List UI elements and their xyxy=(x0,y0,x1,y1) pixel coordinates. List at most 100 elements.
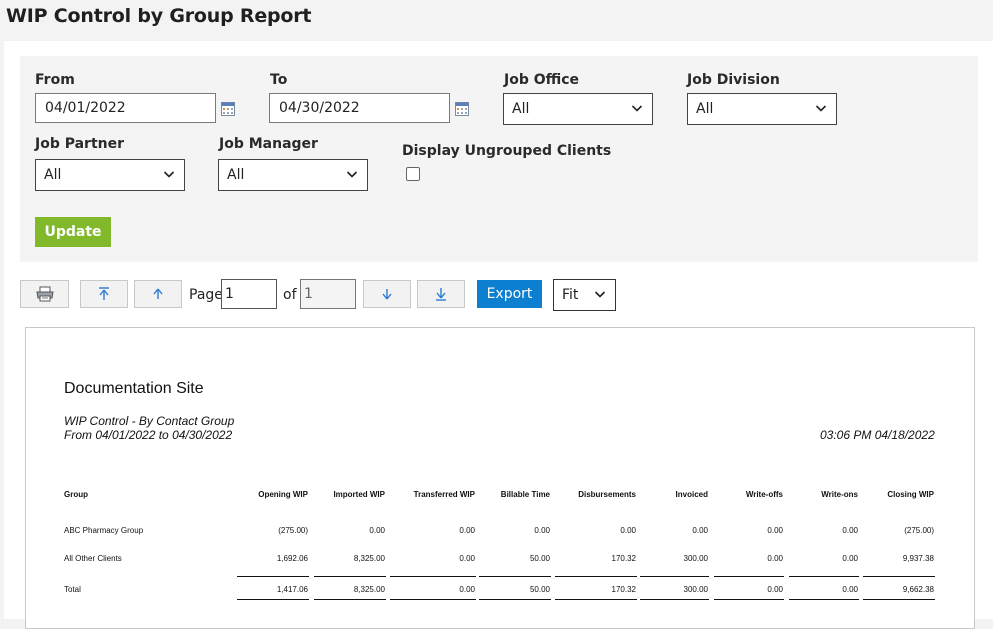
table-cell: 0.00 xyxy=(842,526,858,535)
report-subtitle: WIP Control - By Contact Group xyxy=(64,414,235,428)
total-rule xyxy=(714,576,784,577)
total-cell: 1,417.06 xyxy=(276,585,308,594)
total-rule xyxy=(479,599,551,600)
from-date-input[interactable]: 04/01/2022 xyxy=(35,93,216,123)
arrow-up-icon xyxy=(153,288,163,299)
page-label: Page xyxy=(189,287,223,303)
chevron-down-icon xyxy=(346,171,358,178)
table-cell: 0.00 xyxy=(692,526,708,535)
table-cell: 0.00 xyxy=(767,526,783,535)
table-cell: (275.00) xyxy=(278,526,308,535)
total-rule xyxy=(789,576,859,577)
total-cell: 50.00 xyxy=(529,585,550,594)
chevron-down-icon xyxy=(594,291,606,298)
job-office-label: Job Office xyxy=(504,72,580,88)
total-rule xyxy=(237,599,309,600)
next-page-button[interactable] xyxy=(363,280,411,308)
table-cell: (275.00) xyxy=(904,526,934,535)
column-header: Disbursements xyxy=(578,490,636,499)
total-rule xyxy=(555,576,637,577)
table-cell: 0.00 xyxy=(369,526,385,535)
job-division-value: All xyxy=(696,101,714,117)
total-cell: 300.00 xyxy=(683,585,708,594)
total-rule xyxy=(640,599,709,600)
of-label: of xyxy=(283,287,297,303)
update-button[interactable]: Update xyxy=(35,217,111,247)
column-header: Billable Time xyxy=(500,490,550,499)
arrow-down-icon xyxy=(382,289,392,300)
column-header: Transferred WIP xyxy=(413,490,475,499)
total-label: Total xyxy=(64,585,81,594)
previous-page-button[interactable] xyxy=(134,280,182,308)
to-date-input[interactable]: 04/30/2022 xyxy=(269,93,450,123)
total-rule xyxy=(479,576,551,577)
total-rule xyxy=(714,599,784,600)
column-header: Closing WIP xyxy=(887,490,934,499)
first-page-icon xyxy=(99,287,109,300)
row-group-name: ABC Pharmacy Group xyxy=(64,526,144,535)
total-rule xyxy=(237,576,309,577)
total-rule xyxy=(863,576,935,577)
total-rule xyxy=(314,576,386,577)
total-rule xyxy=(789,599,859,600)
table-cell: 50.00 xyxy=(529,554,550,563)
column-header: Imported WIP xyxy=(333,490,385,499)
report-timestamp: 03:06 PM 04/18/2022 xyxy=(820,428,935,442)
total-cell: 8,325.00 xyxy=(353,585,385,594)
total-rule xyxy=(640,576,709,577)
table-cell: 0.00 xyxy=(767,554,783,563)
calendar-icon[interactable] xyxy=(455,102,469,116)
job-manager-label: Job Manager xyxy=(219,136,318,152)
chevron-down-icon xyxy=(631,105,643,112)
last-page-icon xyxy=(436,288,446,301)
table-cell: 170.32 xyxy=(611,554,636,563)
job-office-select[interactable]: All xyxy=(503,93,653,125)
report-viewer xyxy=(25,327,975,629)
table-cell: 0.00 xyxy=(620,526,636,535)
from-label: From xyxy=(35,72,75,88)
total-cell: 0.00 xyxy=(842,585,858,594)
table-cell: 300.00 xyxy=(683,554,708,563)
report-date-range: From 04/01/2022 to 04/30/2022 xyxy=(64,428,233,442)
total-rule xyxy=(390,576,476,577)
total-cell: 0.00 xyxy=(767,585,783,594)
page-number-input[interactable]: 1 xyxy=(221,279,277,309)
print-button[interactable] xyxy=(20,280,69,308)
export-button[interactable]: Export xyxy=(477,280,542,308)
column-header: Group xyxy=(64,490,88,499)
job-partner-select[interactable]: All xyxy=(35,159,185,191)
job-office-value: All xyxy=(512,101,530,117)
calendar-icon[interactable] xyxy=(221,102,235,116)
job-manager-select[interactable]: All xyxy=(218,159,368,191)
table-cell: 1,692.06 xyxy=(276,554,308,563)
total-pages-field: 1 xyxy=(300,279,356,309)
ungrouped-clients-label: Display Ungrouped Clients xyxy=(402,143,612,159)
job-partner-value: All xyxy=(44,167,62,183)
zoom-select[interactable]: Fit xyxy=(553,279,616,311)
last-page-button[interactable] xyxy=(417,280,465,308)
to-label: To xyxy=(270,72,288,88)
printer-icon xyxy=(35,286,54,302)
table-cell: 8,325.00 xyxy=(353,554,385,563)
chevron-down-icon xyxy=(163,171,175,178)
total-cell: 170.32 xyxy=(611,585,636,594)
chevron-down-icon xyxy=(815,105,827,112)
table-cell: 0.00 xyxy=(534,526,550,535)
total-rule xyxy=(390,599,476,600)
table-cell: 9,937.38 xyxy=(902,554,934,563)
job-division-label: Job Division xyxy=(687,72,780,88)
column-header: Write-ons xyxy=(821,490,858,499)
total-cell: 0.00 xyxy=(459,585,475,594)
total-rule xyxy=(314,599,386,600)
column-header: Invoiced xyxy=(675,490,708,499)
job-division-select[interactable]: All xyxy=(687,93,837,125)
job-manager-value: All xyxy=(227,167,245,183)
table-cell: 0.00 xyxy=(842,554,858,563)
ungrouped-clients-checkbox[interactable] xyxy=(406,167,420,181)
row-group-name: All Other Clients xyxy=(64,554,122,563)
first-page-button[interactable] xyxy=(80,280,128,308)
job-partner-label: Job Partner xyxy=(35,136,125,152)
report-site-name: Documentation Site xyxy=(64,380,204,397)
page-title: WIP Control by Group Report xyxy=(6,5,312,27)
column-header: Opening WIP xyxy=(258,490,308,499)
